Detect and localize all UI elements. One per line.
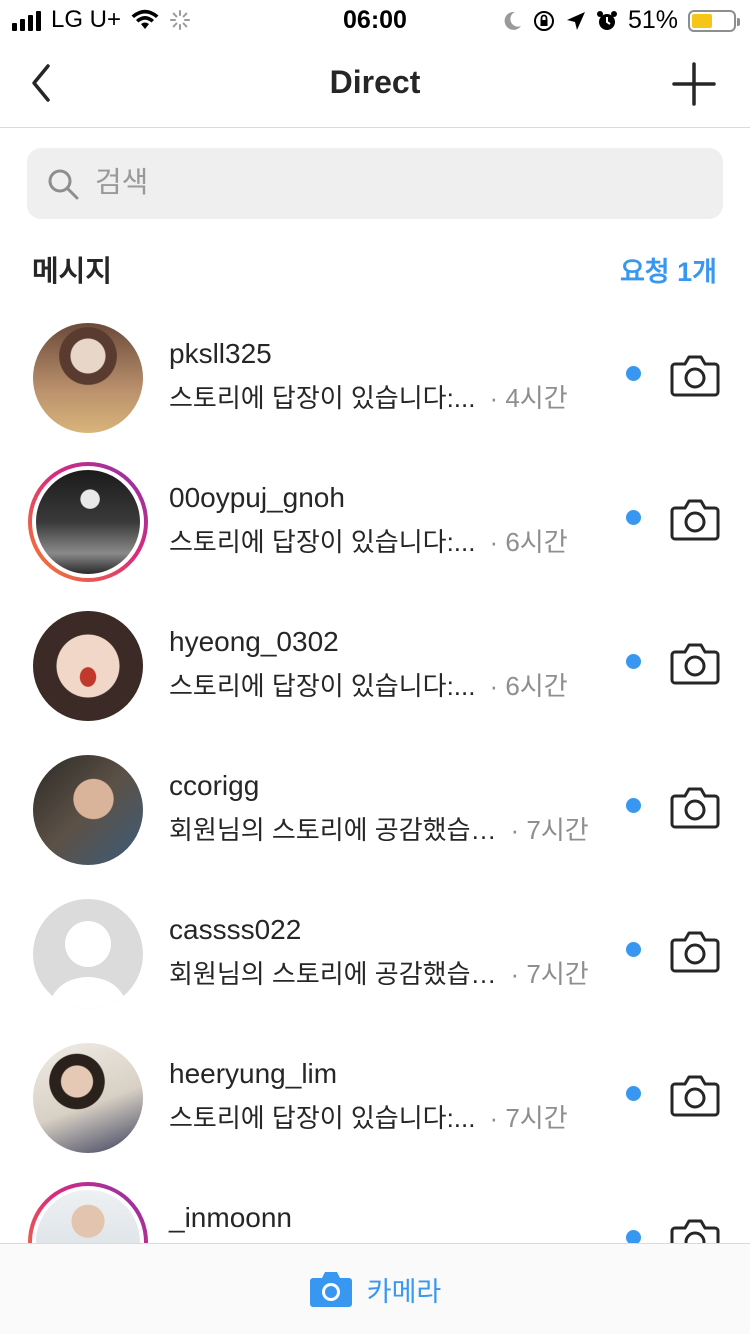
thread-row[interactable]: hyeong_0302 스토리에 답장이 있습니다:... · 6시간 bbox=[0, 590, 750, 734]
avatar-image bbox=[32, 466, 144, 578]
plus-icon[interactable] bbox=[672, 62, 716, 106]
thread-preview: 스토리에 답장이 있습니다:... · 6시간 bbox=[169, 522, 568, 559]
search-icon bbox=[48, 169, 79, 199]
avatar bbox=[33, 899, 143, 1009]
unread-indicator bbox=[626, 510, 641, 525]
thread-preview-text: 회원님의 스토리에 공감했습… bbox=[169, 815, 497, 845]
moon-icon bbox=[504, 11, 521, 30]
battery-level-fill bbox=[692, 13, 713, 28]
battery-percent: 51% bbox=[627, 6, 678, 34]
thread-row[interactable]: cassss022 회원님의 스토리에 공감했습… · 7시간 bbox=[0, 878, 750, 1022]
unread-indicator bbox=[626, 942, 641, 957]
unread-indicator bbox=[626, 1230, 641, 1243]
unread-indicator bbox=[626, 1086, 641, 1101]
thread-preview-text: 스토리에 답장이 있습니다:... bbox=[169, 671, 476, 701]
unread-indicator bbox=[626, 366, 641, 381]
thread-username: ccorigg bbox=[169, 770, 260, 801]
thread-time: · 7시간 bbox=[510, 815, 589, 845]
thread-preview: 스토리에 답장이 있습니다:... · 7시간 bbox=[169, 1098, 568, 1135]
default-avatar-icon bbox=[33, 899, 143, 1009]
avatar-with-story-ring bbox=[28, 1182, 148, 1243]
avatar bbox=[33, 755, 143, 865]
status-bar: LG U+ 06:00 51% bbox=[0, 0, 750, 40]
avatar-with-story-ring bbox=[28, 462, 148, 582]
avatar-image bbox=[33, 755, 143, 865]
avatar-image bbox=[33, 1043, 143, 1153]
message-requests-link[interactable]: 요청 1개 bbox=[620, 250, 717, 289]
thread-time: · 6시간 bbox=[489, 671, 568, 701]
unread-indicator bbox=[626, 798, 641, 813]
search-bar[interactable] bbox=[27, 148, 723, 219]
signal-icon bbox=[12, 9, 41, 31]
search-input[interactable] bbox=[95, 167, 695, 200]
thread-username: hyeong_0302 bbox=[169, 626, 339, 657]
thread-username: _inmoonn bbox=[169, 1202, 292, 1233]
section-title-messages: 메시지 bbox=[32, 256, 113, 288]
thread-time: · 6시간 bbox=[489, 527, 568, 557]
thread-preview-text: 스토리에 답장이 있습니다:... bbox=[169, 383, 476, 413]
avatar bbox=[33, 1043, 143, 1153]
thread-preview: 스토리에 답장이 있습니다:... · 6시간 bbox=[169, 666, 568, 703]
thread-row[interactable]: pksll325 스토리에 답장이 있습니다:... · 4시간 bbox=[0, 302, 750, 446]
alarm-clock-icon bbox=[596, 10, 617, 30]
camera-label: 카메라 bbox=[366, 1276, 442, 1307]
camera-icon[interactable] bbox=[670, 352, 720, 398]
thread-username: 00oypuj_gnoh bbox=[169, 482, 345, 513]
camera-icon[interactable] bbox=[670, 1216, 720, 1243]
battery-icon bbox=[688, 9, 740, 32]
wifi-icon bbox=[131, 9, 159, 29]
avatar-image bbox=[32, 1186, 144, 1243]
thread-preview: 회원님의 스토리에 공감했습… · 7시간 bbox=[169, 954, 589, 991]
camera-icon[interactable] bbox=[670, 640, 720, 686]
avatar bbox=[33, 611, 143, 721]
status-right: 51% bbox=[502, 6, 740, 35]
rotation-lock-icon bbox=[533, 10, 554, 31]
location-arrow-icon bbox=[566, 11, 585, 30]
avatar-image bbox=[33, 323, 143, 433]
thread-preview: 회원님의 스토리에 공감했습… · 7시간 bbox=[169, 810, 589, 847]
thread-preview-text: 스토리에 답장이 있습니다:... bbox=[169, 1103, 476, 1133]
camera-icon[interactable] bbox=[670, 1072, 720, 1118]
navigation-header: Direct bbox=[0, 40, 750, 128]
thread-username: heeryung_lim bbox=[169, 1058, 338, 1089]
carrier-label: LG U+ bbox=[51, 6, 122, 33]
thread-row[interactable]: _inmoonn bbox=[0, 1166, 750, 1243]
avatar-image bbox=[33, 611, 143, 721]
unread-indicator bbox=[626, 654, 641, 669]
status-left: LG U+ bbox=[12, 6, 191, 34]
thread-time: · 4시간 bbox=[489, 383, 568, 413]
loading-spinner-icon bbox=[170, 10, 191, 30]
avatar bbox=[33, 323, 143, 433]
camera-icon bbox=[309, 1272, 352, 1307]
thread-username: cassss022 bbox=[169, 914, 302, 945]
camera-icon[interactable] bbox=[670, 496, 720, 542]
thread-row[interactable]: heeryung_lim 스토리에 답장이 있습니다:... · 7시간 bbox=[0, 1022, 750, 1166]
chevron-left-icon[interactable] bbox=[22, 58, 62, 108]
camera-icon[interactable] bbox=[670, 784, 720, 830]
thread-time: · 7시간 bbox=[489, 1103, 568, 1133]
thread-preview-text: 스토리에 답장이 있습니다:... bbox=[169, 527, 476, 557]
thread-time: · 7시간 bbox=[510, 959, 589, 989]
thread-username: pksll325 bbox=[169, 338, 272, 369]
thread-preview: 스토리에 답장이 있습니다:... · 4시간 bbox=[169, 378, 568, 415]
thread-row[interactable]: ccorigg 회원님의 스토리에 공감했습… · 7시간 bbox=[0, 734, 750, 878]
camera-bottom-button[interactable]: 카메라 bbox=[0, 1243, 750, 1334]
page-title: Direct bbox=[329, 64, 421, 100]
camera-icon[interactable] bbox=[670, 928, 720, 974]
thread-row[interactable]: 00oypuj_gnoh 스토리에 답장이 있습니다:... · 6시간 bbox=[0, 446, 750, 590]
thread-preview-text: 회원님의 스토리에 공감했습… bbox=[169, 959, 497, 989]
